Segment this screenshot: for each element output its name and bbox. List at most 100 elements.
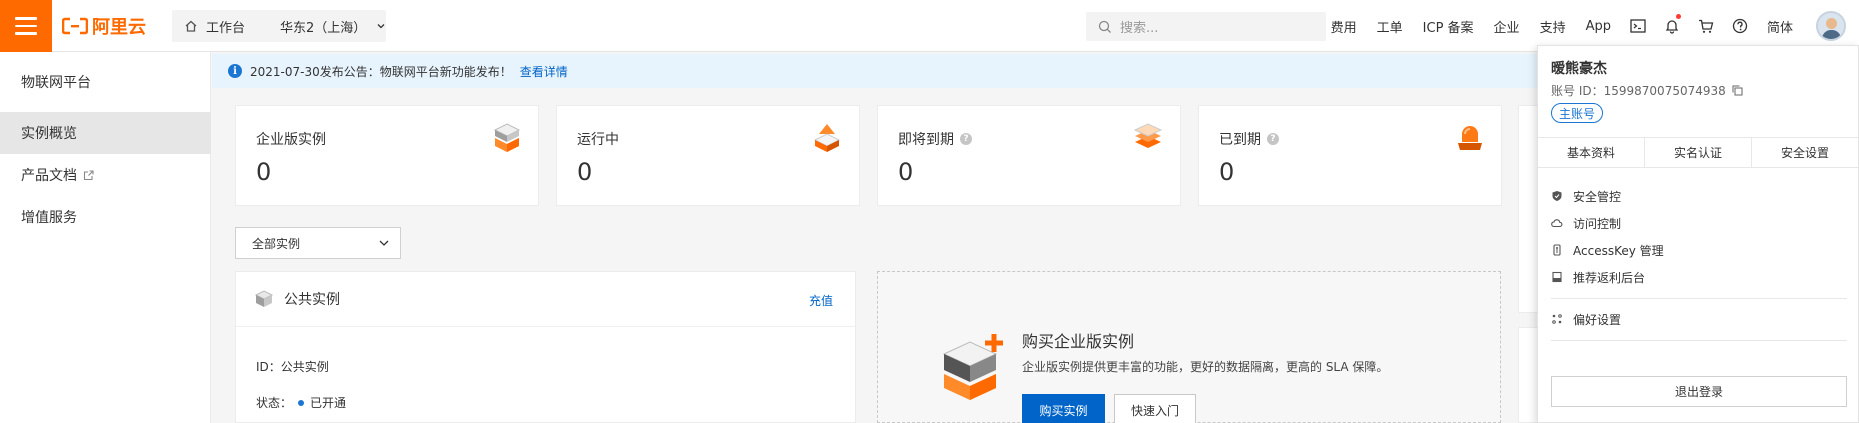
sidebar-item-label: 实例概览: [21, 126, 77, 142]
notification-dot: [1675, 14, 1681, 19]
chevron-down-icon: [377, 24, 385, 29]
announcement-text: 2021-07-30发布公告：物联网平台新功能发布！: [250, 64, 512, 79]
sidebar-item-product-docs[interactable]: 产品文档: [0, 154, 211, 196]
stat-label: 企业版实例: [256, 132, 326, 148]
buy-title: 购买企业版实例: [1022, 332, 1135, 351]
status-label: 状态：: [256, 396, 293, 410]
recharge-link[interactable]: 充值: [809, 292, 833, 309]
stat-card-enterprise: 企业版实例 0: [235, 105, 539, 206]
right-card: [1518, 327, 1538, 423]
help-icon[interactable]: ?: [1267, 133, 1279, 145]
instance-status-row: 状态： 已开通: [256, 394, 346, 411]
stat-card-running: 运行中 0: [556, 105, 860, 206]
cloud-icon: [1551, 219, 1563, 228]
menu-item-label: 偏好设置: [1573, 312, 1622, 327]
instance-filter-select[interactable]: 全部实例: [235, 227, 401, 259]
announcement-bar: i 2021-07-30发布公告：物联网平台新功能发布！ 查看详情: [212, 54, 1537, 88]
tab-security-settings[interactable]: 安全设置: [1752, 138, 1858, 167]
menu-item-label: AccessKey 管理: [1573, 243, 1664, 258]
nav-tickets[interactable]: 工单: [1367, 17, 1413, 36]
alarm-light-icon: [1458, 126, 1482, 150]
nav-enterprise[interactable]: 企业: [1484, 17, 1530, 36]
id-value: 公共实例: [280, 360, 329, 374]
panel-title: 公共实例: [284, 292, 340, 308]
status-value: 已开通: [310, 396, 347, 410]
book-icon: [1552, 271, 1562, 283]
divider: [1551, 340, 1847, 341]
stat-value: 0: [1219, 158, 1235, 186]
info-icon: i: [228, 64, 242, 78]
account-type-badge: 主账号: [1551, 103, 1604, 123]
stat-card-expired: 已到期 ? 0: [1198, 105, 1502, 206]
sidebar-item-label: 增值服务: [21, 210, 77, 226]
menu-item-referral[interactable]: 推荐返利后台: [1551, 267, 1645, 287]
search-icon: [1098, 20, 1111, 33]
buy-description: 企业版实例提供更丰富的功能，更好的数据隔离，更高的 SLA 保障。: [1022, 360, 1389, 374]
id-label: ID：: [256, 360, 281, 374]
search-input[interactable]: 搜索...: [1086, 12, 1326, 41]
shield-icon: [1552, 191, 1562, 201]
running-icon: [813, 124, 841, 152]
instance-id-row: ID：公共实例: [256, 358, 329, 375]
buy-enterprise-panel: 购买企业版实例 企业版实例提供更丰富的功能，更好的数据隔离，更高的 SLA 保障…: [877, 271, 1501, 423]
key-icon: [1553, 244, 1561, 256]
menu-icon[interactable]: [0, 0, 52, 52]
user-menu-tabs: 基本资料 实名认证 安全设置: [1538, 137, 1858, 168]
sidebar-item-instance-overview[interactable]: 实例概览: [0, 112, 211, 154]
workbench-label: 工作台: [206, 20, 246, 36]
nav-icp[interactable]: ICP 备案: [1413, 17, 1484, 36]
menu-item-access-control[interactable]: 访问控制: [1551, 213, 1621, 233]
help-icon[interactable]: ?: [960, 133, 972, 145]
quick-start-button[interactable]: 快速入门: [1114, 394, 1196, 423]
sidebar: 物联网平台 实例概览 产品文档 增值服务: [0, 52, 211, 423]
stat-label: 即将到期: [898, 132, 954, 148]
stat-card-expiring: 即将到期 ? 0: [877, 105, 1181, 206]
divider: [1551, 298, 1847, 299]
filter-value: 全部实例: [252, 236, 301, 251]
stat-value: 0: [898, 158, 914, 186]
right-card: [1518, 105, 1538, 313]
layers-icon: [1133, 123, 1163, 148]
cube-icon: [254, 290, 274, 307]
user-name: 暧熊豪杰: [1551, 61, 1607, 77]
account-id-row: 账号 ID：1599870075074938: [1551, 82, 1743, 99]
sidebar-item-label: 产品文档: [21, 168, 77, 184]
nav-app[interactable]: App: [1576, 19, 1621, 34]
menu-item-label: 访问控制: [1573, 216, 1622, 231]
region-selector[interactable]: 华东2（上海）: [266, 10, 386, 42]
tab-real-name[interactable]: 实名认证: [1645, 138, 1752, 167]
buy-instance-button[interactable]: 购买实例: [1022, 394, 1105, 423]
stat-label: 已到期: [1219, 132, 1261, 148]
menu-item-accesskey[interactable]: AccessKey 管理: [1551, 240, 1664, 260]
status-dot: [298, 399, 305, 406]
sidebar-item-value-added[interactable]: 增值服务: [0, 196, 211, 238]
logo-text: 阿里云: [92, 17, 146, 38]
sidebar-title: 物联网平台: [21, 75, 91, 91]
logout-button[interactable]: 退出登录: [1551, 376, 1847, 407]
announcement-link[interactable]: 查看详情: [520, 63, 568, 80]
aliyun-logo[interactable]: 阿里云: [62, 13, 146, 39]
menu-item-security-control[interactable]: 安全管控: [1551, 186, 1621, 206]
menu-item-label: 安全管控: [1573, 189, 1622, 204]
region-label: 华东2（上海）: [280, 20, 367, 36]
avatar: [1816, 11, 1846, 41]
public-instance-panel: 公共实例 充值 ID：公共实例 状态： 已开通: [235, 271, 856, 423]
aliyun-logo-mark: [62, 17, 88, 35]
chevron-down-icon: [379, 240, 389, 246]
tab-basic-info[interactable]: 基本资料: [1538, 138, 1645, 167]
menu-item-preferences[interactable]: 偏好设置: [1551, 309, 1621, 329]
stat-value: 0: [256, 158, 272, 186]
account-id-label: 账号 ID：: [1551, 84, 1604, 98]
enterprise-server-illustration: [942, 334, 1003, 400]
stat-value: 0: [577, 158, 593, 186]
nav-support[interactable]: 支持: [1530, 17, 1576, 36]
nav-billing[interactable]: 费用: [1321, 17, 1367, 36]
settings-dots-icon: [1552, 314, 1562, 324]
account-id-value: 1599870075074938: [1603, 84, 1726, 98]
menu-item-label: 推荐返利后台: [1573, 270, 1646, 285]
stat-label: 运行中: [577, 132, 619, 148]
copy-icon[interactable]: [1732, 85, 1743, 96]
user-menu-dropdown: 暧熊豪杰 账号 ID：1599870075074938 主账号 基本资料 实名认…: [1537, 45, 1859, 423]
home-icon: [185, 20, 197, 32]
language-switch[interactable]: 简体: [1757, 17, 1803, 36]
